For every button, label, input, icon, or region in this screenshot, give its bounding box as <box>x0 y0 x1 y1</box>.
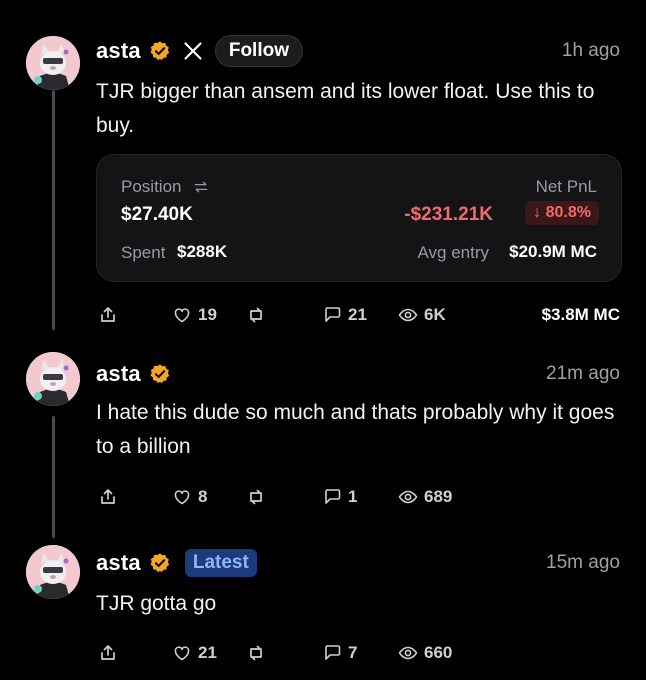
share-button[interactable] <box>98 638 124 668</box>
timestamp: 1h ago <box>561 40 620 61</box>
avg-entry-label: Avg entry <box>417 243 489 262</box>
share-icon <box>101 489 115 504</box>
netpnl-value: -$231.21K <box>404 204 493 225</box>
post-text: I hate this dude so much and thats proba… <box>96 401 615 458</box>
post-actions: 21 7 660 <box>96 638 620 668</box>
follow-button[interactable]: Follow <box>214 35 303 67</box>
pnl-card[interactable]: Position $27.40K Net PnL -$231.21K ↓ 80.… <box>96 154 622 282</box>
pnl-percent: 80.8% <box>545 204 591 221</box>
repost-icon <box>250 489 262 505</box>
market-cap: $3.8M MC <box>541 305 620 324</box>
comment-count: 7 <box>348 643 358 662</box>
repost-button[interactable] <box>246 300 272 330</box>
comment-button[interactable]: 21 <box>322 300 367 330</box>
heart-icon <box>174 646 190 661</box>
post-text: TJR bigger than ansem and its lower floa… <box>96 80 595 137</box>
like-button[interactable]: 19 <box>172 300 217 330</box>
post-header: asta Follow 1h ago <box>96 35 620 67</box>
cat-avatar-icon <box>26 36 80 90</box>
verified-badge-icon <box>150 364 170 384</box>
netpnl-label: Net PnL <box>535 177 597 196</box>
latest-badge: Latest <box>184 549 257 577</box>
x-logo-icon[interactable] <box>183 41 203 61</box>
heart-icon <box>174 490 190 505</box>
eye-icon <box>398 308 418 322</box>
author-name[interactable]: asta <box>96 550 141 576</box>
position-value: $27.40K <box>121 204 193 225</box>
timestamp: 15m ago <box>546 552 620 573</box>
like-count: 21 <box>198 643 217 662</box>
cat-avatar-icon <box>26 545 80 599</box>
spent-label: Spent <box>121 243 166 262</box>
avatar[interactable] <box>26 36 80 90</box>
share-button[interactable] <box>98 300 124 330</box>
comment-count: 21 <box>348 305 367 324</box>
like-count: 8 <box>198 487 208 506</box>
repost-icon <box>250 307 262 323</box>
timestamp: 21m ago <box>546 363 620 384</box>
share-button[interactable] <box>98 482 124 512</box>
post-header: asta Latest 15m ago <box>96 547 620 579</box>
repost-icon <box>250 645 262 661</box>
swap-icon[interactable] <box>193 179 209 195</box>
author-name[interactable]: asta <box>96 361 141 387</box>
comment-icon <box>325 307 341 322</box>
position-label: Position <box>121 177 182 196</box>
thread-line-2 <box>52 416 55 538</box>
views-button[interactable]: 6K <box>398 300 446 330</box>
repost-button[interactable] <box>246 482 272 512</box>
avatar[interactable] <box>26 352 80 406</box>
verified-badge-icon <box>150 553 170 573</box>
views-button[interactable]: 660 <box>398 638 452 668</box>
thread-line-1 <box>52 90 55 330</box>
verified-badge-icon <box>150 41 170 61</box>
avg-entry-value: $20.9M MC <box>509 242 597 261</box>
like-count: 19 <box>198 305 217 324</box>
spent-value: $288K <box>177 242 228 261</box>
repost-button[interactable] <box>246 638 272 668</box>
cat-avatar-icon <box>26 352 80 406</box>
view-count: 6K <box>424 305 446 324</box>
view-count: 689 <box>424 487 453 506</box>
arrow-down-icon: ↓ <box>533 204 542 221</box>
avatar[interactable] <box>26 545 80 599</box>
pnl-percent-badge: ↓ 80.8% <box>525 201 599 225</box>
like-button[interactable]: 8 <box>172 482 207 512</box>
views-button[interactable]: 689 <box>398 482 452 512</box>
post-actions: 8 1 689 <box>96 482 620 512</box>
comment-icon <box>325 489 341 504</box>
eye-icon <box>398 490 418 504</box>
share-icon <box>101 307 115 322</box>
like-button[interactable]: 21 <box>172 638 217 668</box>
post-text: TJR gotta go <box>96 592 217 615</box>
post-actions: 19 21 6K $3.8M MC <box>96 300 620 330</box>
eye-icon <box>398 646 418 660</box>
comment-count: 1 <box>348 487 358 506</box>
view-count: 660 <box>424 643 453 662</box>
comment-button[interactable]: 7 <box>322 638 357 668</box>
share-icon <box>101 645 115 660</box>
comment-icon <box>325 645 341 660</box>
comment-button[interactable]: 1 <box>322 482 357 512</box>
heart-icon <box>174 308 190 323</box>
post-header: asta 21m ago <box>96 358 620 390</box>
author-name[interactable]: asta <box>96 38 141 64</box>
